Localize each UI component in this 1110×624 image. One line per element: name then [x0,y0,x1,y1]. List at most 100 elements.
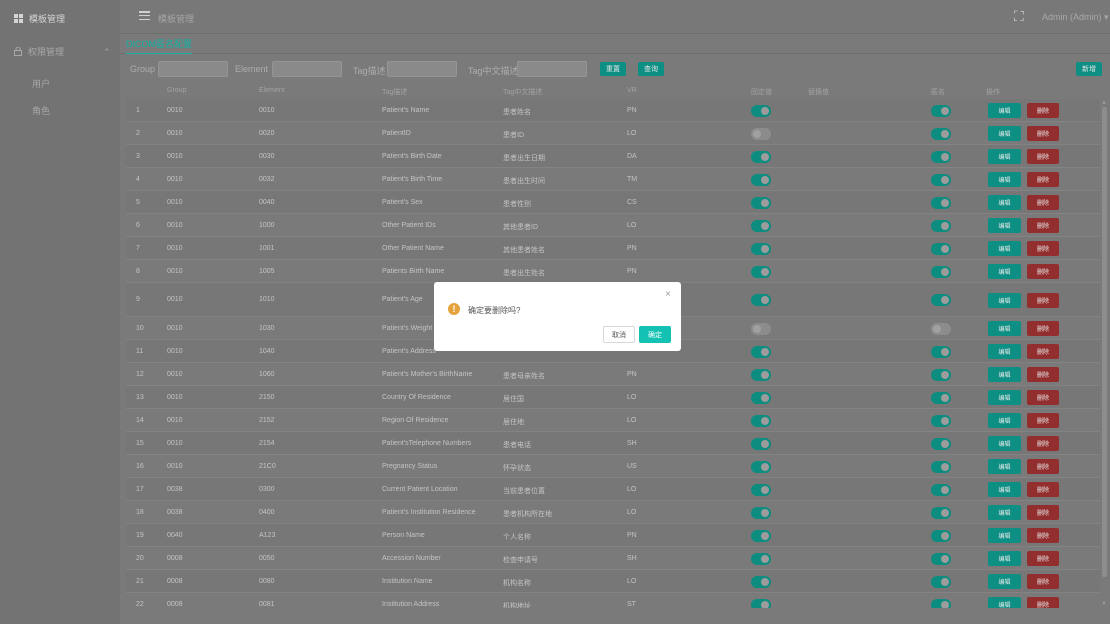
edit-button[interactable]: 编辑 [988,528,1021,543]
element-input[interactable] [272,61,342,77]
delete-button[interactable]: 删除 [1027,367,1059,382]
delete-button[interactable]: 删除 [1027,344,1059,359]
fixed-value-switch[interactable] [751,529,771,542]
edit-button[interactable]: 编辑 [988,218,1021,233]
anonymize-switch[interactable] [931,437,951,450]
fixed-value-switch[interactable] [751,265,771,278]
edit-button[interactable]: 编辑 [988,344,1021,359]
delete-button[interactable]: 删除 [1027,505,1059,520]
edit-button[interactable]: 编辑 [988,264,1021,279]
edit-button[interactable]: 编辑 [988,103,1021,118]
anonymize-switch[interactable] [931,150,951,163]
sidebar-item-permission[interactable]: 权限管理 [14,45,64,58]
delete-button[interactable]: 删除 [1027,574,1059,589]
fixed-value-switch[interactable] [751,150,771,163]
delete-button[interactable]: 删除 [1027,390,1059,405]
fixed-value-switch[interactable] [751,368,771,381]
scroll-down-icon[interactable]: ▼ [1101,601,1107,607]
fixed-value-switch[interactable] [751,506,771,519]
anonymize-switch[interactable] [931,460,951,473]
edit-button[interactable]: 编辑 [988,482,1021,497]
delete-button[interactable]: 删除 [1027,551,1059,566]
edit-button[interactable]: 编辑 [988,505,1021,520]
anonymize-switch[interactable] [931,414,951,427]
tab-dicom-anonymize[interactable]: DICOM匿名配置 [126,37,192,54]
reset-button[interactable]: 重置 [600,62,626,76]
edit-button[interactable]: 编辑 [988,413,1021,428]
edit-button[interactable]: 编辑 [988,195,1021,210]
fixed-value-switch[interactable] [751,127,771,140]
search-button[interactable]: 查询 [638,62,664,76]
fixed-value-switch[interactable] [751,345,771,358]
delete-button[interactable]: 删除 [1027,459,1059,474]
sidebar-brand[interactable]: 模板管理 [14,12,65,25]
edit-button[interactable]: 编辑 [988,149,1021,164]
fixed-value-switch[interactable] [751,391,771,404]
anonymize-switch[interactable] [931,173,951,186]
delete-button[interactable]: 删除 [1027,413,1059,428]
delete-button[interactable]: 删除 [1027,482,1059,497]
anonymize-switch[interactable] [931,598,951,608]
anonymize-switch[interactable] [931,322,951,335]
anonymize-switch[interactable] [931,219,951,232]
delete-button[interactable]: 删除 [1027,103,1059,118]
anonymize-switch[interactable] [931,242,951,255]
fixed-value-switch[interactable] [751,483,771,496]
delete-button[interactable]: 删除 [1027,292,1059,308]
tag-desc-input[interactable] [387,61,457,77]
edit-button[interactable]: 编辑 [988,436,1021,451]
anonymize-switch[interactable] [931,575,951,588]
anonymize-switch[interactable] [931,506,951,519]
delete-button[interactable]: 删除 [1027,528,1059,543]
edit-button[interactable]: 编辑 [988,459,1021,474]
delete-button[interactable]: 删除 [1027,321,1059,336]
fixed-value-switch[interactable] [751,294,771,306]
edit-button[interactable]: 编辑 [988,551,1021,566]
delete-button[interactable]: 删除 [1027,149,1059,164]
scroll-up-icon[interactable]: ▲ [1101,100,1107,106]
table-scrollbar[interactable]: ▲ ▼ [1100,99,1110,608]
fixed-value-switch[interactable] [751,414,771,427]
sidebar-item-roles[interactable]: 角色 [32,104,50,117]
fixed-value-switch[interactable] [751,460,771,473]
anonymize-switch[interactable] [931,104,951,117]
cancel-button[interactable]: 取消 [603,326,635,343]
edit-button[interactable]: 编辑 [988,367,1021,382]
fixed-value-switch[interactable] [751,196,771,209]
fixed-value-switch[interactable] [751,552,771,565]
anonymize-switch[interactable] [931,552,951,565]
delete-button[interactable]: 删除 [1027,241,1059,256]
fullscreen-icon[interactable]: ⛶ [1014,9,1024,23]
anonymize-switch[interactable] [931,196,951,209]
anonymize-switch[interactable] [931,265,951,278]
anonymize-switch[interactable] [931,529,951,542]
fixed-value-switch[interactable] [751,104,771,117]
edit-button[interactable]: 编辑 [988,597,1021,608]
fixed-value-switch[interactable] [751,219,771,232]
close-icon[interactable]: × [665,289,671,300]
fixed-value-switch[interactable] [751,598,771,608]
anonymize-switch[interactable] [931,294,951,306]
delete-button[interactable]: 删除 [1027,218,1059,233]
fixed-value-switch[interactable] [751,575,771,588]
user-menu[interactable]: Admin (Admin) ▾ [1042,12,1109,23]
confirm-button[interactable]: 确定 [639,326,671,343]
anonymize-switch[interactable] [931,483,951,496]
scrollbar-thumb[interactable] [1102,107,1107,577]
edit-button[interactable]: 编辑 [988,292,1021,308]
edit-button[interactable]: 编辑 [988,241,1021,256]
anonymize-switch[interactable] [931,391,951,404]
delete-button[interactable]: 删除 [1027,126,1059,141]
anonymize-switch[interactable] [931,345,951,358]
delete-button[interactable]: 删除 [1027,597,1059,608]
edit-button[interactable]: 编辑 [988,574,1021,589]
tag-cn-input[interactable] [517,61,587,77]
delete-button[interactable]: 删除 [1027,264,1059,279]
chevron-up-icon[interactable]: ⌃ [103,47,111,58]
fixed-value-switch[interactable] [751,437,771,450]
anonymize-switch[interactable] [931,368,951,381]
fixed-value-switch[interactable] [751,242,771,255]
fixed-value-switch[interactable] [751,173,771,186]
edit-button[interactable]: 编辑 [988,126,1021,141]
edit-button[interactable]: 编辑 [988,321,1021,336]
